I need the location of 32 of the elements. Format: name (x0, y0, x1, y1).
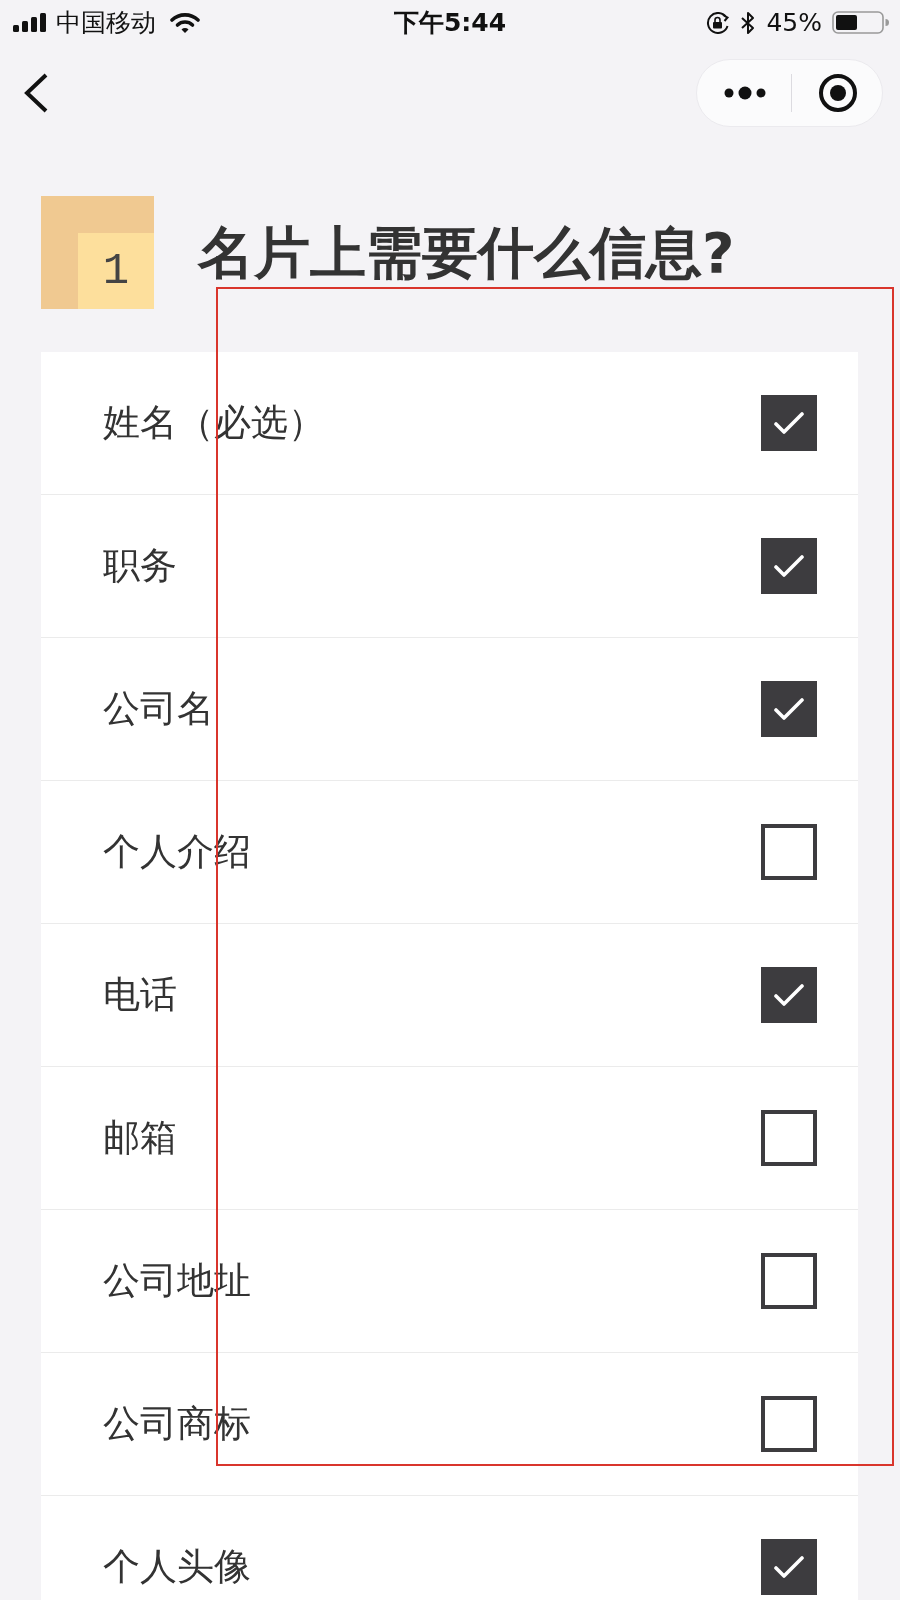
wifi-icon (170, 11, 200, 34)
checkbox[interactable] (761, 538, 817, 594)
check-icon (774, 555, 804, 577)
check-icon (774, 698, 804, 720)
clock-time: 下午5:44 (393, 7, 507, 38)
check-icon (774, 412, 804, 434)
number-badge: 1 (41, 196, 154, 309)
checkbox[interactable] (761, 681, 817, 737)
option-label: 邮箱 (103, 1115, 177, 1161)
battery-icon (832, 11, 889, 34)
back-icon[interactable] (23, 73, 49, 113)
bluetooth-icon (740, 10, 757, 35)
check-icon (774, 1556, 804, 1578)
battery-percent: 45% (766, 7, 822, 38)
checkbox[interactable] (761, 1110, 817, 1166)
option-label: 个人头像 (103, 1544, 251, 1590)
option-label: 职务 (103, 543, 177, 589)
checkbox[interactable] (761, 395, 817, 451)
signal-icon (13, 13, 47, 32)
more-icon[interactable] (724, 86, 766, 100)
question-title: 名片上需要什么信息? (198, 218, 735, 287)
option-label: 公司名 (103, 686, 214, 732)
checkbox[interactable] (761, 1253, 817, 1309)
checkbox[interactable] (761, 1539, 817, 1595)
check-icon (774, 984, 804, 1006)
checkbox[interactable] (761, 824, 817, 880)
rotation-lock-icon (706, 11, 731, 34)
target-icon[interactable] (818, 73, 858, 113)
carrier-name: 中国移动 (56, 7, 156, 38)
option-label: 电话 (103, 972, 177, 1018)
checkbox[interactable] (761, 967, 817, 1023)
checkbox[interactable] (761, 1396, 817, 1452)
